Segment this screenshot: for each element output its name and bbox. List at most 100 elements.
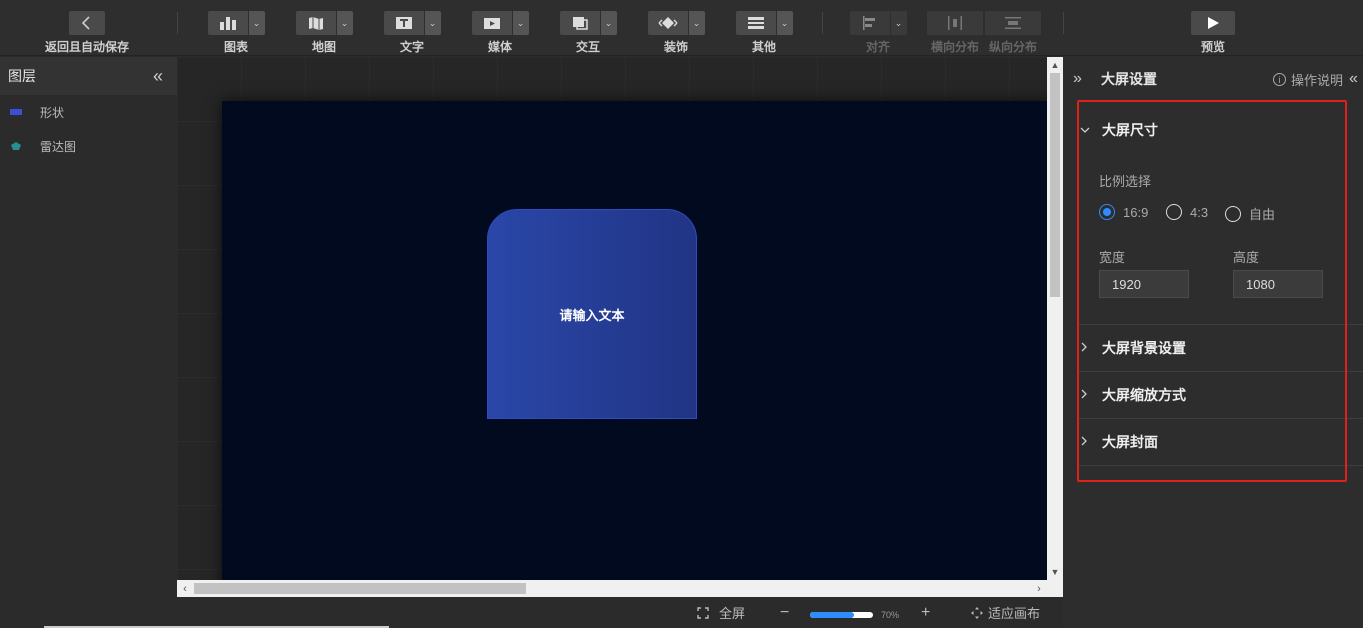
align-left-icon bbox=[849, 11, 890, 35]
chart-menu-button[interactable]: ⌄ 图表 bbox=[207, 0, 265, 56]
vertical-scrollbar[interactable]: ▲ ▼ bbox=[1047, 57, 1063, 580]
width-input[interactable] bbox=[1099, 270, 1189, 298]
interaction-menu-button[interactable]: ⌄ 交互 bbox=[559, 0, 617, 56]
chevron-left-icon bbox=[69, 11, 105, 35]
text-menu-button[interactable]: ⌄ 文字 bbox=[383, 0, 441, 56]
layer-item-radar[interactable]: 雷达图 bbox=[0, 129, 177, 163]
chevron-right-icon bbox=[1078, 388, 1102, 402]
section-background-header[interactable]: 大屏背景设置 bbox=[1078, 325, 1363, 371]
horizontal-scroll-thumb[interactable] bbox=[194, 583, 526, 594]
chevron-down-icon[interactable]: ⌄ bbox=[248, 11, 265, 35]
chart-menu-label: 图表 bbox=[223, 40, 248, 54]
scrollbar-corner bbox=[1047, 580, 1063, 597]
layers-panel: 图层 « 形状 雷达图 bbox=[0, 57, 177, 628]
zoom-value: 70% bbox=[881, 610, 900, 620]
layer-item-shape[interactable]: 形状 bbox=[0, 95, 177, 129]
collapse-left-icon[interactable]: « bbox=[153, 67, 163, 85]
fullscreen-icon bbox=[697, 606, 709, 619]
zoom-out-button[interactable]: − bbox=[780, 597, 789, 628]
distribute-horizontal-label: 横向分布 bbox=[930, 40, 979, 54]
zoom-slider[interactable] bbox=[810, 612, 873, 618]
section-screen-size-header[interactable]: 大屏尺寸 bbox=[1078, 107, 1363, 153]
text-icon bbox=[383, 11, 424, 35]
back-save-label: 返回且自动保存 bbox=[44, 40, 129, 54]
layer-label: 形状 bbox=[40, 105, 65, 120]
layers-header: 图层 « bbox=[0, 57, 177, 95]
distribute-vertical-label: 纵向分布 bbox=[988, 40, 1037, 54]
scroll-up-icon[interactable]: ▲ bbox=[1047, 57, 1063, 73]
decoration-menu-button[interactable]: ⌄ 装饰 bbox=[647, 0, 705, 56]
fit-canvas-button[interactable]: 适应画布 bbox=[971, 597, 1040, 628]
fullscreen-button[interactable]: 全屏 bbox=[697, 597, 745, 628]
distribute-horizontal-button[interactable]: 横向分布 bbox=[927, 0, 983, 56]
ratio-radio-free[interactable]: 自由 bbox=[1225, 204, 1275, 223]
shape-element[interactable]: 请输入文本 bbox=[487, 209, 697, 419]
interaction-icon bbox=[559, 11, 600, 35]
help-label: 操作说明 bbox=[1291, 73, 1344, 88]
map-menu-button[interactable]: ⌄ 地图 bbox=[295, 0, 353, 56]
horizontal-scrollbar[interactable]: ‹ › bbox=[177, 580, 1047, 597]
ratio-option-label: 16:9 bbox=[1123, 204, 1149, 220]
more-icon bbox=[735, 11, 776, 35]
toolbar-divider bbox=[1063, 12, 1064, 34]
fit-canvas-label: 适应画布 bbox=[988, 606, 1041, 621]
radio-selected-icon bbox=[1099, 204, 1115, 220]
ratio-radio-4-3[interactable]: 4:3 bbox=[1166, 204, 1208, 220]
settings-title: 大屏设置 bbox=[1101, 71, 1157, 87]
screen-artboard[interactable]: 请输入文本 bbox=[222, 101, 1047, 580]
section-cover-header[interactable]: 大屏封面 bbox=[1078, 419, 1363, 465]
shape-icon bbox=[10, 109, 22, 115]
zoom-slider-fill bbox=[810, 612, 855, 618]
collapse-right-icon[interactable]: « bbox=[1349, 70, 1358, 88]
section-title: 大屏缩放方式 bbox=[1102, 387, 1186, 403]
decoration-menu-label: 装饰 bbox=[663, 40, 688, 54]
layers-title: 图层 bbox=[8, 68, 36, 84]
chevron-down-icon[interactable]: ⌄ bbox=[424, 11, 441, 35]
preview-label: 预览 bbox=[1200, 40, 1225, 54]
help-link[interactable]: i 操作说明 bbox=[1273, 70, 1343, 89]
section-scaling-header[interactable]: 大屏缩放方式 bbox=[1078, 372, 1363, 418]
chevron-down-icon[interactable]: ⌄ bbox=[688, 11, 705, 35]
map-icon bbox=[295, 11, 336, 35]
media-menu-button[interactable]: ⌄ 媒体 bbox=[471, 0, 529, 56]
interaction-menu-label: 交互 bbox=[575, 40, 600, 54]
scroll-left-icon[interactable]: ‹ bbox=[177, 580, 193, 597]
top-toolbar: 返回且自动保存 ⌄ 图表 ⌄ 地图 ⌄ 文字 ⌄ 媒体 ⌄ 交互 ⌄ 装饰 ⌄ … bbox=[0, 0, 1363, 56]
more-menu-button[interactable]: ⌄ 其他 bbox=[735, 0, 793, 56]
ratio-radio-16-9[interactable]: 16:9 bbox=[1099, 204, 1148, 220]
vertical-scroll-thumb[interactable] bbox=[1050, 73, 1060, 297]
fit-canvas-icon bbox=[971, 606, 983, 619]
height-label: 高度 bbox=[1233, 250, 1260, 265]
chevron-right-icon bbox=[1078, 435, 1102, 449]
scroll-right-icon[interactable]: › bbox=[1031, 580, 1047, 597]
height-input[interactable] bbox=[1233, 270, 1323, 298]
info-icon: i bbox=[1273, 73, 1286, 86]
fullscreen-label: 全屏 bbox=[719, 606, 746, 621]
chevron-down-icon[interactable]: ⌄ bbox=[336, 11, 353, 35]
map-menu-label: 地图 bbox=[311, 40, 336, 54]
text-menu-label: 文字 bbox=[399, 40, 424, 54]
chevron-down-icon bbox=[1078, 123, 1102, 137]
chevron-down-icon[interactable]: ⌄ bbox=[512, 11, 529, 35]
chevron-down-icon[interactable]: ⌄ bbox=[776, 11, 793, 35]
play-icon bbox=[1191, 11, 1235, 35]
radio-unselected-icon bbox=[1225, 205, 1241, 222]
section-title: 大屏背景设置 bbox=[1102, 340, 1186, 356]
editor-canvas[interactable]: 请输入文本 bbox=[177, 57, 1047, 580]
section-background: 大屏背景设置 bbox=[1078, 325, 1363, 372]
section-title: 大屏尺寸 bbox=[1102, 122, 1158, 138]
align-button[interactable]: ⌄ 对齐 bbox=[849, 0, 907, 56]
shape-text[interactable]: 请输入文本 bbox=[559, 305, 624, 324]
scroll-down-icon[interactable]: ▼ bbox=[1047, 564, 1063, 580]
preview-button[interactable]: 预览 bbox=[1191, 0, 1235, 56]
distribute-vertical-button[interactable]: 纵向分布 bbox=[985, 0, 1041, 56]
ratio-option-label: 自由 bbox=[1249, 207, 1276, 222]
back-save-button[interactable]: 返回且自动保存 bbox=[44, 0, 130, 56]
chevron-down-icon[interactable]: ⌄ bbox=[890, 11, 907, 35]
settings-panel: » 大屏设置 i 操作说明 « 大屏尺寸 比例选择 16:9 4:3 自由 宽度… bbox=[1063, 57, 1363, 628]
zoom-in-button[interactable]: + bbox=[921, 597, 930, 628]
chart-icon bbox=[207, 11, 248, 35]
expand-right-icon[interactable]: » bbox=[1073, 70, 1101, 88]
chevron-down-icon[interactable]: ⌄ bbox=[600, 11, 617, 35]
distribute-vertical-icon bbox=[985, 11, 1041, 35]
